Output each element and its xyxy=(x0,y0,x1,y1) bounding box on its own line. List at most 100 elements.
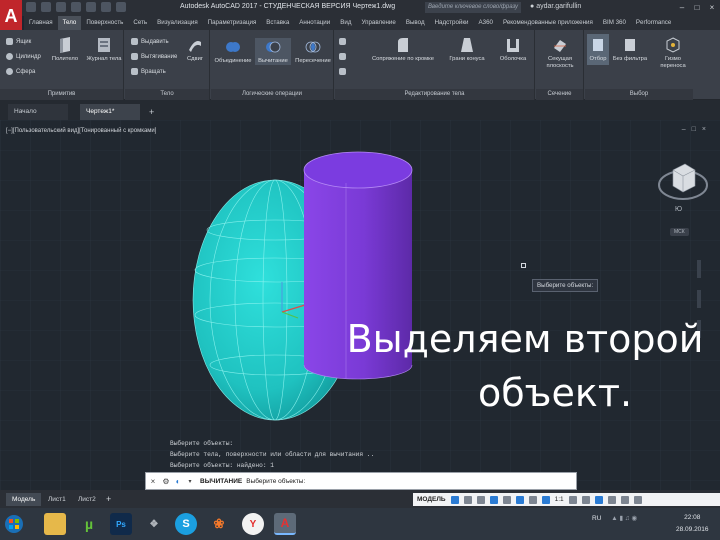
sphere-button[interactable]: Сфера xyxy=(6,68,35,75)
wcs-menu[interactable]: МСК xyxy=(670,228,689,236)
maximize-button[interactable]: □ xyxy=(691,2,703,13)
tab-a360[interactable]: A360 xyxy=(474,16,498,30)
command-close-icon[interactable]: × xyxy=(146,477,160,486)
photoshop-icon[interactable]: Ps xyxy=(110,513,132,535)
loft-button[interactable]: Вытягивание xyxy=(131,53,177,60)
lineweight-toggle-icon[interactable] xyxy=(528,495,537,504)
tab-manage[interactable]: Управление xyxy=(356,16,400,30)
taper-faces-button[interactable]: Грани конуса xyxy=(445,36,489,63)
viewport-maximize-button[interactable]: □ xyxy=(692,126,696,133)
tab-performance[interactable]: Performance xyxy=(631,16,676,30)
union-button[interactable]: Объединение xyxy=(213,38,253,65)
skype-icon[interactable]: S xyxy=(175,513,197,535)
fillet-edge-button[interactable]: Сопряжение по кромке xyxy=(363,36,443,63)
viewport-controls-label[interactable]: [−][Пользовательский вид][Тонированный с… xyxy=(6,128,156,134)
sweep-button[interactable]: Сдвиг xyxy=(183,36,207,63)
save-icon[interactable] xyxy=(56,2,66,12)
tab-drawing1[interactable]: Чертеж1* xyxy=(80,104,140,120)
customization-menu-icon[interactable] xyxy=(633,495,642,504)
annotation-monitor-icon[interactable] xyxy=(581,495,590,504)
add-layout-button[interactable]: + xyxy=(100,493,117,506)
redo-icon[interactable] xyxy=(116,2,126,12)
tab-featured-apps[interactable]: Рекомендованные приложения xyxy=(498,16,598,30)
tab-view[interactable]: Вид xyxy=(335,16,356,30)
autocad-taskbar-icon[interactable]: A xyxy=(274,513,296,535)
plot-icon[interactable] xyxy=(86,2,96,12)
model-space-button[interactable]: МОДЕЛЬ xyxy=(417,496,446,503)
tab-surface[interactable]: Поверхность xyxy=(81,16,128,30)
command-dropdown-icon[interactable]: ▾ xyxy=(184,478,196,485)
tab-visualize[interactable]: Визуализация xyxy=(152,16,203,30)
application-menu-button[interactable]: A xyxy=(0,0,22,32)
separate-small-button[interactable] xyxy=(339,68,346,75)
open-icon[interactable] xyxy=(41,2,51,12)
tab-home[interactable]: Главная xyxy=(24,16,58,30)
tab-mesh[interactable]: Сеть xyxy=(128,16,152,30)
viewcube-south-label[interactable]: Ю xyxy=(675,206,682,213)
minimize-button[interactable]: – xyxy=(676,2,688,13)
search-input[interactable]: Введите ключевое слово/фразу xyxy=(425,2,521,13)
annotation-scale-icon[interactable] xyxy=(541,495,550,504)
model-scene[interactable] xyxy=(0,120,720,490)
hardware-acceleration-icon[interactable] xyxy=(607,495,616,504)
annotation-scale-value[interactable]: 1:1 xyxy=(555,496,564,503)
tab-insert[interactable]: Вставка xyxy=(261,16,294,30)
section-plane-button[interactable]: Секущая плоскость xyxy=(538,36,582,70)
user-account[interactable]: ● aydar.garifullin xyxy=(530,3,581,10)
slice-small-button[interactable] xyxy=(339,38,346,45)
snap-toggle-icon[interactable] xyxy=(463,495,472,504)
tab-bim360[interactable]: BIM 360 xyxy=(598,16,631,30)
layout-tab-sheet1[interactable]: Лист1 xyxy=(42,493,72,506)
tab-parametric[interactable]: Параметризация xyxy=(203,16,262,30)
tools-icon[interactable]: ❖ xyxy=(143,513,165,535)
polar-toggle-icon[interactable] xyxy=(489,495,498,504)
drawing-viewport[interactable]: [−][Пользовательский вид][Тонированный с… xyxy=(0,120,720,490)
move-gizmo-button[interactable]: Гизмо переноса xyxy=(653,36,693,70)
imprint-small-button[interactable] xyxy=(339,53,346,60)
command-customize-icon[interactable]: ⚙ xyxy=(160,477,172,486)
yandex-browser-icon[interactable]: Y xyxy=(242,513,264,535)
group-solid-label: Тело xyxy=(125,89,209,100)
windows-start-icon[interactable] xyxy=(4,514,24,534)
subtract-button[interactable]: Вычитание xyxy=(255,38,291,65)
tab-addins[interactable]: Надстройки xyxy=(430,16,474,30)
layout-tab-sheet2[interactable]: Лист2 xyxy=(72,493,102,506)
layout-tab-model[interactable]: Модель xyxy=(6,493,42,506)
polysolid-button[interactable]: Политело xyxy=(48,36,82,63)
revolve-button[interactable]: Вращать xyxy=(131,68,166,75)
isodraft-toggle-icon[interactable] xyxy=(502,495,511,504)
solid-history-button[interactable]: Журнал тела xyxy=(84,36,124,63)
object-snap-toggle-icon[interactable] xyxy=(515,495,524,504)
no-filter-button[interactable]: Без фильтра xyxy=(611,36,649,63)
save-as-icon[interactable] xyxy=(71,2,81,12)
grid-toggle-icon[interactable] xyxy=(450,495,459,504)
language-indicator[interactable]: RU xyxy=(592,515,601,522)
box-button[interactable]: Ящик xyxy=(6,38,31,45)
cylinder-button[interactable]: Цилиндр xyxy=(6,53,41,60)
extrude-button[interactable]: Выдавить xyxy=(131,38,169,45)
undo-icon[interactable] xyxy=(101,2,111,12)
viewport-minimize-button[interactable]: – xyxy=(682,126,686,133)
blender-icon[interactable]: ❀ xyxy=(208,513,230,535)
tray-icons[interactable]: ▲ ▮ ♫ ◉ xyxy=(611,515,637,522)
viewport-close-button[interactable]: × xyxy=(702,126,706,133)
clean-screen-icon[interactable] xyxy=(620,495,629,504)
isolate-objects-icon[interactable] xyxy=(594,495,603,504)
new-tab-button[interactable]: + xyxy=(146,104,160,120)
utorrent-icon[interactable]: µ xyxy=(78,513,100,535)
explorer-icon[interactable] xyxy=(44,513,66,535)
tab-annotate[interactable]: Аннотации xyxy=(294,16,335,30)
intersect-button[interactable]: Пересечение xyxy=(293,38,333,65)
shell-button[interactable]: Оболочка xyxy=(493,36,533,63)
group-section-label: Сечение xyxy=(536,89,583,100)
tab-output[interactable]: Вывод xyxy=(401,16,430,30)
ortho-toggle-icon[interactable] xyxy=(476,495,485,504)
taskbar-clock[interactable]: 22:08 28.09.2016 xyxy=(676,512,709,536)
command-line[interactable]: × ⚙ ◐ ▾ ВЫЧИТАНИЕ Выберите объекты: xyxy=(145,472,577,490)
tab-start[interactable]: Начало xyxy=(8,104,68,120)
culling-button[interactable]: Отбор xyxy=(587,34,609,65)
workspace-gear-icon[interactable] xyxy=(568,495,577,504)
new-icon[interactable] xyxy=(26,2,36,12)
close-button[interactable]: × xyxy=(706,2,718,13)
tab-solid[interactable]: Тело xyxy=(57,16,82,30)
